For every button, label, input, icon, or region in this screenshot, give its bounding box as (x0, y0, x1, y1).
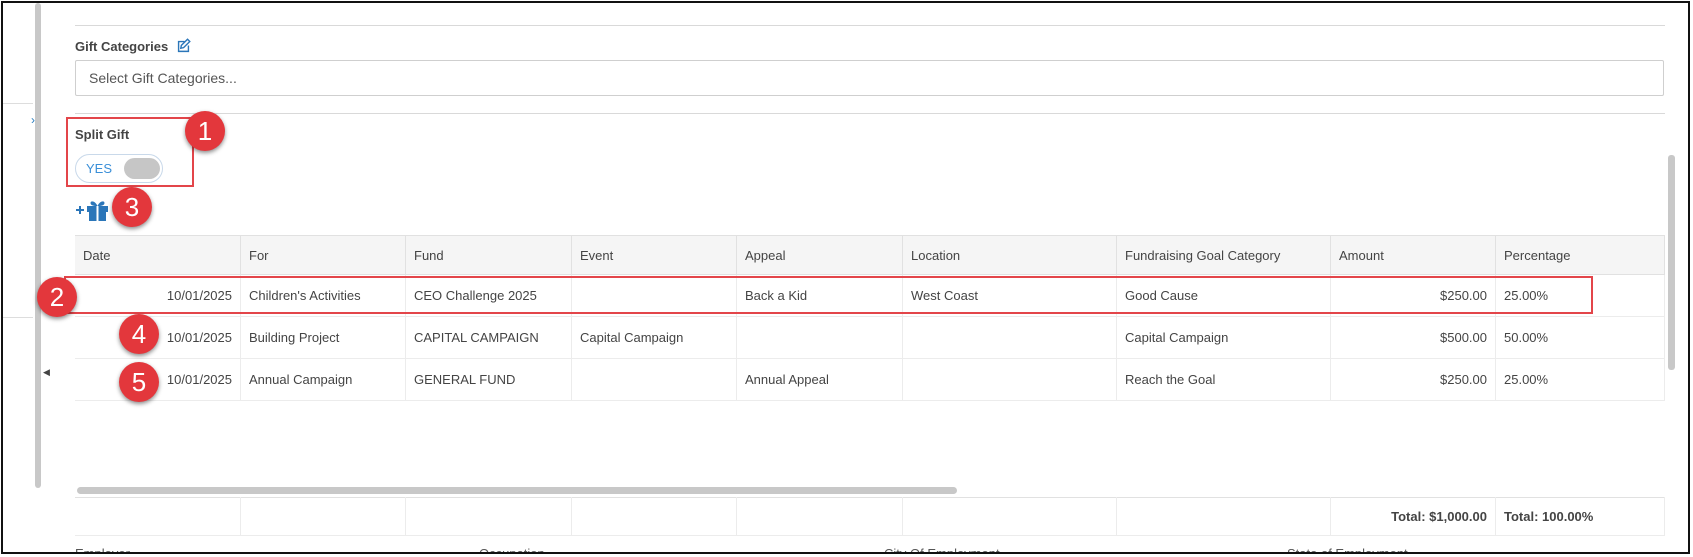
table-header-row: Date For Fund Event Appeal Location Fund… (75, 235, 1665, 275)
column-header-fund[interactable]: Fund (405, 235, 572, 275)
cell-fund: GENERAL FUND (405, 358, 572, 401)
left-divider (3, 317, 33, 318)
state-of-employment-label: State of Employment (1287, 546, 1408, 554)
cell-event: Capital Campaign (571, 316, 737, 359)
annotation-highlight-split-gift (66, 117, 194, 187)
occupation-label: Occupation (479, 546, 545, 554)
employer-label: Employer (75, 546, 130, 554)
right-scrollbar[interactable] (1668, 155, 1675, 370)
annotation-badge-3: 3 (112, 187, 152, 227)
left-divider (3, 103, 33, 104)
table-horizontal-scrollbar[interactable] (77, 487, 957, 494)
cell-goal-category: Reach the Goal (1116, 358, 1331, 401)
table-row[interactable]: 10/01/2025 Annual Campaign GENERAL FUND … (75, 358, 1665, 401)
annotation-badge-4: 4 (119, 314, 159, 354)
cell-amount: $250.00 (1330, 358, 1496, 401)
annotation-badge-1: 1 (185, 111, 225, 151)
column-header-percentage[interactable]: Percentage (1495, 235, 1665, 275)
cell-appeal (736, 316, 903, 359)
left-scrollbar[interactable] (35, 3, 41, 488)
column-header-for[interactable]: For (240, 235, 406, 275)
cell-percentage: 50.00% (1495, 316, 1665, 359)
cell-goal-category: Capital Campaign (1116, 316, 1331, 359)
cell-fund: CAPITAL CAMPAIGN (405, 316, 572, 359)
cell-location (902, 358, 1117, 401)
cell-for: Annual Campaign (240, 358, 406, 401)
annotation-badge-2: 2 (37, 277, 77, 317)
cell-percentage: 25.00% (1495, 358, 1665, 401)
table-empty-space (75, 401, 1665, 498)
divider (75, 113, 1665, 114)
cell-for: Building Project (240, 316, 406, 359)
cell-event (571, 358, 737, 401)
add-gift-icon[interactable] (75, 198, 111, 222)
cell-location (902, 316, 1117, 359)
column-header-date[interactable]: Date (75, 235, 241, 275)
total-amount: Total: $1,000.00 (1330, 497, 1496, 536)
total-percentage: Total: 100.00% (1495, 497, 1665, 536)
column-header-location[interactable]: Location (902, 235, 1117, 275)
cell-amount: $500.00 (1330, 316, 1496, 359)
column-header-goal-category[interactable]: Fundraising Goal Category (1116, 235, 1331, 275)
table-total-row: Total: $1,000.00 Total: 100.00% (75, 497, 1665, 536)
chevron-right-icon[interactable]: › (31, 113, 35, 127)
table-row[interactable]: 10/01/2025 Building Project CAPITAL CAMP… (75, 316, 1665, 359)
annotation-badge-5: 5 (119, 362, 159, 402)
edit-icon[interactable] (176, 38, 191, 56)
column-header-amount[interactable]: Amount (1330, 235, 1496, 275)
city-of-employment-label: City Of Employment (884, 546, 1000, 554)
gift-categories-select[interactable]: Select Gift Categories... (75, 60, 1664, 96)
annotation-highlight-row (64, 276, 1593, 314)
column-header-appeal[interactable]: Appeal (736, 235, 903, 275)
cell-appeal: Annual Appeal (736, 358, 903, 401)
column-header-event[interactable]: Event (571, 235, 737, 275)
divider (75, 25, 1665, 26)
gift-categories-label: Gift Categories (75, 38, 191, 56)
collapse-left-icon[interactable]: ◀ (43, 367, 50, 378)
